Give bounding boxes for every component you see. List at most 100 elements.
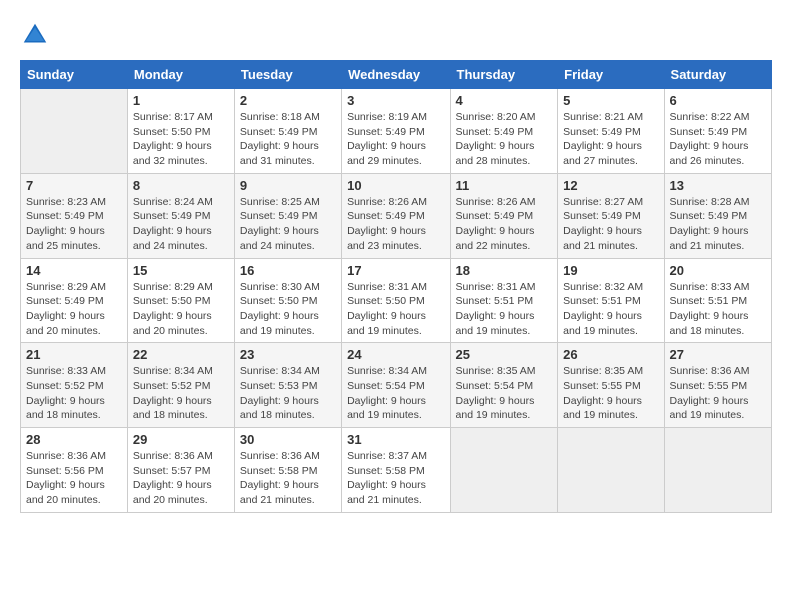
day-cell: 17 Sunrise: 8:31 AM Sunset: 5:50 PM Dayli… xyxy=(342,258,450,343)
header-cell-monday: Monday xyxy=(127,61,234,89)
day-cell: 25 Sunrise: 8:35 AM Sunset: 5:54 PM Dayli… xyxy=(450,343,558,428)
day-number: 2 xyxy=(240,93,336,108)
day-info: Sunrise: 8:34 AM Sunset: 5:54 PM Dayligh… xyxy=(347,364,444,423)
calendar-body: 1 Sunrise: 8:17 AM Sunset: 5:50 PM Daylig… xyxy=(21,89,772,513)
day-cell: 26 Sunrise: 8:35 AM Sunset: 5:55 PM Dayli… xyxy=(558,343,664,428)
day-number: 21 xyxy=(26,347,122,362)
day-info: Sunrise: 8:33 AM Sunset: 5:52 PM Dayligh… xyxy=(26,364,122,423)
day-cell xyxy=(558,428,664,513)
day-info: Sunrise: 8:28 AM Sunset: 5:49 PM Dayligh… xyxy=(670,195,766,254)
day-number: 11 xyxy=(456,178,553,193)
day-cell: 3 Sunrise: 8:19 AM Sunset: 5:49 PM Daylig… xyxy=(342,89,450,174)
day-number: 1 xyxy=(133,93,229,108)
day-cell: 11 Sunrise: 8:26 AM Sunset: 5:49 PM Dayli… xyxy=(450,173,558,258)
header-cell-saturday: Saturday xyxy=(664,61,771,89)
day-info: Sunrise: 8:37 AM Sunset: 5:58 PM Dayligh… xyxy=(347,449,444,508)
day-number: 3 xyxy=(347,93,444,108)
day-info: Sunrise: 8:29 AM Sunset: 5:50 PM Dayligh… xyxy=(133,280,229,339)
day-number: 5 xyxy=(563,93,658,108)
day-cell: 13 Sunrise: 8:28 AM Sunset: 5:49 PM Dayli… xyxy=(664,173,771,258)
day-info: Sunrise: 8:21 AM Sunset: 5:49 PM Dayligh… xyxy=(563,110,658,169)
day-cell: 1 Sunrise: 8:17 AM Sunset: 5:50 PM Daylig… xyxy=(127,89,234,174)
week-row-3: 14Sunrise: 8:29 AM Sunset: 5:49 PM Dayli… xyxy=(21,258,772,343)
day-info: Sunrise: 8:23 AM Sunset: 5:49 PM Dayligh… xyxy=(26,195,122,254)
day-info: Sunrise: 8:34 AM Sunset: 5:52 PM Dayligh… xyxy=(133,364,229,423)
header-cell-thursday: Thursday xyxy=(450,61,558,89)
day-cell: 20Sunrise: 8:33 AM Sunset: 5:51 PM Dayli… xyxy=(664,258,771,343)
day-cell: 18Sunrise: 8:31 AM Sunset: 5:51 PM Dayli… xyxy=(450,258,558,343)
day-info: Sunrise: 8:20 AM Sunset: 5:49 PM Dayligh… xyxy=(456,110,553,169)
day-number: 18 xyxy=(456,263,553,278)
day-cell: 29Sunrise: 8:36 AM Sunset: 5:57 PM Dayli… xyxy=(127,428,234,513)
day-cell: 24 Sunrise: 8:34 AM Sunset: 5:54 PM Dayli… xyxy=(342,343,450,428)
day-number: 23 xyxy=(240,347,336,362)
week-row-5: 28 Sunrise: 8:36 AM Sunset: 5:56 PM Dayli… xyxy=(21,428,772,513)
day-number: 22 xyxy=(133,347,229,362)
day-info: Sunrise: 8:36 AM Sunset: 5:55 PM Dayligh… xyxy=(670,364,766,423)
day-number: 31 xyxy=(347,432,444,447)
header-cell-sunday: Sunday xyxy=(21,61,128,89)
day-info: Sunrise: 8:33 AM Sunset: 5:51 PM Dayligh… xyxy=(670,280,766,339)
day-cell xyxy=(664,428,771,513)
day-cell: 28 Sunrise: 8:36 AM Sunset: 5:56 PM Dayli… xyxy=(21,428,128,513)
day-info: Sunrise: 8:25 AM Sunset: 5:49 PM Dayligh… xyxy=(240,195,336,254)
day-cell: 30 Sunrise: 8:36 AM Sunset: 5:58 PM Dayli… xyxy=(234,428,341,513)
day-info: Sunrise: 8:32 AM Sunset: 5:51 PM Dayligh… xyxy=(563,280,658,339)
day-info: Sunrise: 8:22 AM Sunset: 5:49 PM Dayligh… xyxy=(670,110,766,169)
day-number: 25 xyxy=(456,347,553,362)
day-cell: 27Sunrise: 8:36 AM Sunset: 5:55 PM Dayli… xyxy=(664,343,771,428)
page-header xyxy=(20,20,772,50)
day-cell xyxy=(450,428,558,513)
day-cell: 19Sunrise: 8:32 AM Sunset: 5:51 PM Dayli… xyxy=(558,258,664,343)
day-number: 28 xyxy=(26,432,122,447)
day-info: Sunrise: 8:18 AM Sunset: 5:49 PM Dayligh… xyxy=(240,110,336,169)
day-cell: 4 Sunrise: 8:20 AM Sunset: 5:49 PM Daylig… xyxy=(450,89,558,174)
day-number: 4 xyxy=(456,93,553,108)
calendar-header: SundayMondayTuesdayWednesdayThursdayFrid… xyxy=(21,61,772,89)
day-number: 26 xyxy=(563,347,658,362)
day-cell: 22 Sunrise: 8:34 AM Sunset: 5:52 PM Dayli… xyxy=(127,343,234,428)
day-number: 24 xyxy=(347,347,444,362)
day-cell: 10Sunrise: 8:26 AM Sunset: 5:49 PM Dayli… xyxy=(342,173,450,258)
day-number: 12 xyxy=(563,178,658,193)
day-cell: 15 Sunrise: 8:29 AM Sunset: 5:50 PM Dayli… xyxy=(127,258,234,343)
day-info: Sunrise: 8:36 AM Sunset: 5:57 PM Dayligh… xyxy=(133,449,229,508)
day-info: Sunrise: 8:31 AM Sunset: 5:50 PM Dayligh… xyxy=(347,280,444,339)
day-number: 15 xyxy=(133,263,229,278)
header-row: SundayMondayTuesdayWednesdayThursdayFrid… xyxy=(21,61,772,89)
day-number: 30 xyxy=(240,432,336,447)
day-cell: 23 Sunrise: 8:34 AM Sunset: 5:53 PM Dayli… xyxy=(234,343,341,428)
calendar-table: SundayMondayTuesdayWednesdayThursdayFrid… xyxy=(20,60,772,513)
day-cell: 7 Sunrise: 8:23 AM Sunset: 5:49 PM Daylig… xyxy=(21,173,128,258)
week-row-4: 21 Sunrise: 8:33 AM Sunset: 5:52 PM Dayli… xyxy=(21,343,772,428)
header-cell-tuesday: Tuesday xyxy=(234,61,341,89)
day-number: 10 xyxy=(347,178,444,193)
day-number: 17 xyxy=(347,263,444,278)
day-cell: 5 Sunrise: 8:21 AM Sunset: 5:49 PM Daylig… xyxy=(558,89,664,174)
day-info: Sunrise: 8:35 AM Sunset: 5:55 PM Dayligh… xyxy=(563,364,658,423)
day-cell: 2 Sunrise: 8:18 AM Sunset: 5:49 PM Daylig… xyxy=(234,89,341,174)
day-info: Sunrise: 8:36 AM Sunset: 5:58 PM Dayligh… xyxy=(240,449,336,508)
day-cell: 21 Sunrise: 8:33 AM Sunset: 5:52 PM Dayli… xyxy=(21,343,128,428)
day-cell: 14Sunrise: 8:29 AM Sunset: 5:49 PM Dayli… xyxy=(21,258,128,343)
logo-icon xyxy=(20,20,50,50)
day-info: Sunrise: 8:36 AM Sunset: 5:56 PM Dayligh… xyxy=(26,449,122,508)
day-number: 13 xyxy=(670,178,766,193)
week-row-2: 7 Sunrise: 8:23 AM Sunset: 5:49 PM Daylig… xyxy=(21,173,772,258)
day-cell: 31 Sunrise: 8:37 AM Sunset: 5:58 PM Dayli… xyxy=(342,428,450,513)
day-cell: 9 Sunrise: 8:25 AM Sunset: 5:49 PM Daylig… xyxy=(234,173,341,258)
week-row-1: 1 Sunrise: 8:17 AM Sunset: 5:50 PM Daylig… xyxy=(21,89,772,174)
day-info: Sunrise: 8:27 AM Sunset: 5:49 PM Dayligh… xyxy=(563,195,658,254)
day-number: 16 xyxy=(240,263,336,278)
day-info: Sunrise: 8:26 AM Sunset: 5:49 PM Dayligh… xyxy=(456,195,553,254)
header-cell-wednesday: Wednesday xyxy=(342,61,450,89)
day-number: 9 xyxy=(240,178,336,193)
day-info: Sunrise: 8:19 AM Sunset: 5:49 PM Dayligh… xyxy=(347,110,444,169)
day-info: Sunrise: 8:35 AM Sunset: 5:54 PM Dayligh… xyxy=(456,364,553,423)
day-info: Sunrise: 8:34 AM Sunset: 5:53 PM Dayligh… xyxy=(240,364,336,423)
day-info: Sunrise: 8:29 AM Sunset: 5:49 PM Dayligh… xyxy=(26,280,122,339)
day-number: 8 xyxy=(133,178,229,193)
day-number: 7 xyxy=(26,178,122,193)
day-info: Sunrise: 8:17 AM Sunset: 5:50 PM Dayligh… xyxy=(133,110,229,169)
day-cell: 6Sunrise: 8:22 AM Sunset: 5:49 PM Daylig… xyxy=(664,89,771,174)
